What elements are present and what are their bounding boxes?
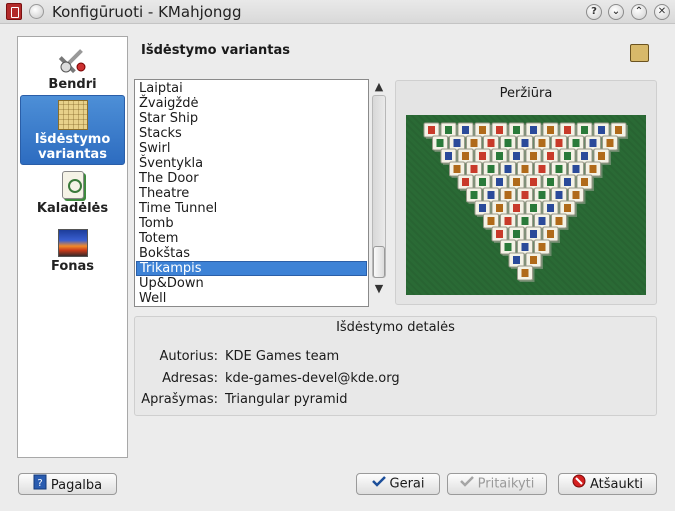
layout-header-icon xyxy=(630,44,649,62)
pin-icon[interactable] xyxy=(29,4,44,19)
scroll-up-icon[interactable]: ▲ xyxy=(372,80,386,94)
author-label: Autorius: xyxy=(159,349,218,364)
sidebar-item-general[interactable]: Bendri xyxy=(20,39,125,93)
layout-list-item[interactable]: Stacks xyxy=(136,126,367,141)
minimize-button[interactable]: ⌄ xyxy=(608,4,624,20)
cancel-icon xyxy=(572,474,586,495)
layout-list-item[interactable]: Laiptai xyxy=(136,81,367,96)
ok-button[interactable]: Gerai xyxy=(356,473,440,495)
layout-list-item[interactable]: Up&Down xyxy=(136,276,367,291)
sidebar-item-label: Bendri xyxy=(48,77,97,92)
layout-list-item[interactable]: Well xyxy=(136,291,367,306)
description-label: Aprašymas: xyxy=(141,392,218,407)
layout-list-item[interactable]: Trikampis xyxy=(136,261,367,276)
scrollbar-thumb[interactable] xyxy=(373,246,385,278)
settings-sidebar: Bendri Išdėstymo variantas Kaladėlės Fon… xyxy=(17,36,128,458)
sidebar-item-label: Fonas xyxy=(50,259,95,274)
help-button-label: Pagalba xyxy=(50,478,103,493)
layout-list-item[interactable]: Tomb xyxy=(136,216,367,231)
details-title: Išdėstymo detalės xyxy=(336,320,455,335)
page-title: Išdėstymo variantas xyxy=(141,43,290,58)
apply-button[interactable]: Pritaikyti xyxy=(447,473,547,495)
title-bar: Konfigūruoti - KMahjongg ? ⌄ ⌃ ✕ xyxy=(0,0,675,24)
description-value: Triangular pyramid xyxy=(225,392,348,407)
help-icon: ? xyxy=(33,474,47,497)
mahjong-tile xyxy=(517,265,535,282)
scroll-down-icon[interactable]: ▼ xyxy=(372,282,386,296)
layout-list[interactable]: Laiptai Žvaigždė Star Ship Stacks Swirl Švent… xyxy=(134,79,369,307)
cancel-button[interactable]: Atšaukti xyxy=(558,473,657,495)
layout-list-item[interactable]: Žvaigždė xyxy=(136,96,367,111)
kmahjongg-app-icon[interactable] xyxy=(6,3,22,20)
preview-label: Peržiūra xyxy=(499,86,553,101)
window-title: Konfigūruoti - KMahjongg xyxy=(52,3,242,21)
sidebar-item-label: Kaladėlės xyxy=(36,201,109,216)
checkmark-icon xyxy=(371,474,386,494)
layout-preview-image xyxy=(406,115,646,295)
sidebar-item-label: Išdėstymo variantas xyxy=(34,132,111,162)
layout-list-item[interactable]: Totem xyxy=(136,231,367,246)
layout-list-item[interactable]: Šventykla xyxy=(136,156,367,171)
tileset-icon xyxy=(61,171,84,199)
sidebar-item-layout[interactable]: Išdėstymo variantas xyxy=(20,95,125,165)
address-value: kde-games-devel@kde.org xyxy=(225,371,400,386)
close-button[interactable]: ✕ xyxy=(654,4,670,20)
sidebar-item-tileset[interactable]: Kaladėlės xyxy=(20,171,125,225)
tools-icon xyxy=(57,43,89,75)
pyramid-tiles xyxy=(423,122,628,282)
svg-text:?: ? xyxy=(37,478,42,489)
cancel-button-label: Atšaukti xyxy=(590,477,643,492)
layout-list-item[interactable]: Swirl xyxy=(136,141,367,156)
layout-list-item[interactable]: Bokštas xyxy=(136,246,367,261)
sidebar-item-background[interactable]: Fonas xyxy=(20,229,125,283)
background-icon xyxy=(57,229,88,257)
maximize-button[interactable]: ⌃ xyxy=(631,4,647,20)
layout-icon xyxy=(57,100,88,130)
help-window-button[interactable]: ? xyxy=(586,4,602,20)
author-value: KDE Games team xyxy=(225,349,340,364)
layout-list-item[interactable]: Theatre xyxy=(136,186,367,201)
ok-button-label: Gerai xyxy=(389,476,425,492)
help-button[interactable]: ? Pagalba xyxy=(18,473,117,495)
checkmark-icon xyxy=(459,474,474,494)
layout-list-item[interactable]: Time Tunnel xyxy=(136,201,367,216)
layout-list-item[interactable]: Star Ship xyxy=(136,111,367,126)
address-label: Adresas: xyxy=(162,371,218,386)
apply-button-label: Pritaikyti xyxy=(477,476,535,492)
layout-list-item[interactable]: The Door xyxy=(136,171,367,186)
